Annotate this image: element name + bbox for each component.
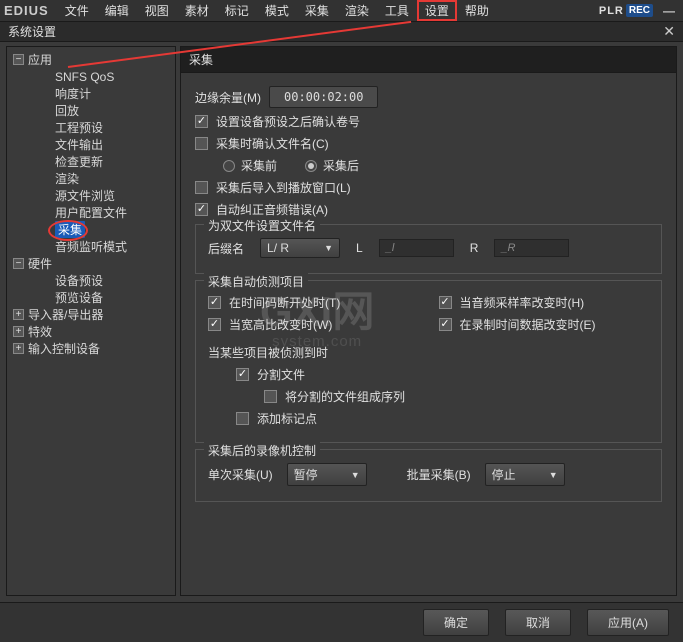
auto-audio-checkbox[interactable] — [195, 203, 208, 216]
tree-item-loudness[interactable]: 响度计 — [7, 85, 175, 102]
tree-collapse-icon[interactable]: − — [13, 54, 24, 65]
r-suffix-input[interactable]: _R — [494, 239, 569, 257]
before-capture-radio[interactable] — [223, 160, 235, 172]
tree-item-check-update[interactable]: 检查更新 — [7, 153, 175, 170]
vcr-control-fieldset: 采集后的录像机控制 单次采集(U) 暂停▼ 批量采集(B) 停止▼ — [195, 449, 662, 502]
tree-group-hardware[interactable]: − 硬件 — [7, 255, 175, 272]
apply-button[interactable]: 应用(A) — [587, 609, 669, 636]
app-logo: EDIUS — [4, 3, 49, 18]
after-capture-radio[interactable] — [305, 160, 317, 172]
tree-expand-icon[interactable]: + — [13, 343, 24, 354]
l-suffix-input[interactable]: _l — [379, 239, 454, 257]
tree-expand-icon[interactable]: + — [13, 309, 24, 320]
single-capture-combo[interactable]: 暂停▼ — [287, 463, 367, 486]
dual-file-legend: 为双文件设置文件名 — [204, 217, 320, 234]
import-playback-label: 采集后导入到播放窗口(L) — [216, 179, 351, 196]
tree-group-importer[interactable]: + 导入器/导出器 — [7, 306, 175, 323]
margin-timecode[interactable]: 00:00:02:00 — [269, 86, 378, 108]
dialog-footer: 确定 取消 应用(A) — [0, 602, 683, 642]
menu-edit[interactable]: 编辑 — [97, 0, 137, 21]
tree-item-device-preset[interactable]: 设备预设 — [7, 272, 175, 289]
settings-tree: − 应用 SNFS QoS 响度计 回放 工程预设 文件输出 检查更新 渲染 源… — [6, 46, 176, 596]
confirm-filename-label: 采集时确认文件名(C) — [216, 135, 329, 152]
r-suffix-label: R — [470, 241, 479, 255]
batch-capture-label: 批量采集(B) — [407, 466, 471, 483]
tree-item-source-browse[interactable]: 源文件浏览 — [7, 187, 175, 204]
tree-group-input-control[interactable]: + 输入控制设备 — [7, 340, 175, 357]
make-sequence-checkbox[interactable] — [264, 390, 277, 403]
auto-detect-legend: 采集自动侦测项目 — [204, 273, 308, 290]
batch-capture-combo[interactable]: 停止▼ — [485, 463, 565, 486]
menu-settings[interactable]: 设置 — [417, 0, 457, 21]
dialog-title: 系统设置 — [8, 23, 663, 40]
rec-data-label: 在录制时间数据改变时(E) — [460, 316, 596, 333]
menu-file[interactable]: 文件 — [57, 0, 97, 21]
tc-break-checkbox[interactable] — [208, 296, 221, 309]
confirm-filename-checkbox[interactable] — [195, 137, 208, 150]
suffix-combo[interactable]: L/ R▼ — [260, 238, 340, 258]
add-marker-checkbox[interactable] — [236, 412, 249, 425]
tree-item-preview-device[interactable]: 预览设备 — [7, 289, 175, 306]
aspect-label: 当宽高比改变时(W) — [229, 316, 332, 333]
dual-file-fieldset: 为双文件设置文件名 后缀名 L/ R▼ L _l R _R — [195, 224, 662, 274]
menu-view[interactable]: 视图 — [137, 0, 177, 21]
cancel-button[interactable]: 取消 — [505, 609, 571, 636]
tree-item-file-output[interactable]: 文件输出 — [7, 136, 175, 153]
vcr-control-legend: 采集后的录像机控制 — [204, 442, 320, 459]
menu-tools[interactable]: 工具 — [377, 0, 417, 21]
tree-item-render[interactable]: 渲染 — [7, 170, 175, 187]
audio-rate-checkbox[interactable] — [439, 296, 452, 309]
margin-label: 边缘余量(M) — [195, 89, 261, 106]
confirm-reel-label: 设置设备预设之后确认卷号 — [216, 113, 360, 130]
tree-item-user-profile[interactable]: 用户配置文件 — [7, 204, 175, 221]
suffix-label: 后缀名 — [208, 240, 244, 257]
tree-item-snfs[interactable]: SNFS QoS — [7, 68, 175, 85]
tree-item-playback[interactable]: 回放 — [7, 102, 175, 119]
dialog-titlebar: 系统设置 ✕ — [0, 22, 683, 42]
plr-indicator: PLR — [599, 5, 624, 17]
when-detected-label: 当某些项目被侦测到时 — [208, 344, 328, 361]
menu-render[interactable]: 渲染 — [337, 0, 377, 21]
menu-capture[interactable]: 采集 — [297, 0, 337, 21]
l-suffix-label: L — [356, 241, 363, 255]
menu-clip[interactable]: 素材 — [177, 0, 217, 21]
add-marker-label: 添加标记点 — [257, 410, 317, 427]
tc-break-label: 在时间码断开处时(T) — [229, 294, 340, 311]
import-playback-checkbox[interactable] — [195, 181, 208, 194]
auto-audio-label: 自动纠正音频错误(A) — [216, 201, 328, 218]
menu-mode[interactable]: 模式 — [257, 0, 297, 21]
tree-item-project-preset[interactable]: 工程预设 — [7, 119, 175, 136]
settings-panel: 采集 边缘余量(M) 00:00:02:00 设置设备预设之后确认卷号 采集时确… — [180, 46, 677, 596]
split-file-checkbox[interactable] — [236, 368, 249, 381]
split-file-label: 分割文件 — [257, 366, 305, 383]
audio-rate-label: 当音频采样率改变时(H) — [460, 294, 585, 311]
chevron-down-icon: ▼ — [324, 243, 333, 253]
chevron-down-icon: ▼ — [351, 470, 360, 480]
tree-item-audio-monitor[interactable]: 音频监听模式 — [7, 238, 175, 255]
auto-detect-fieldset: 采集自动侦测项目 在时间码断开处时(T) 当宽高比改变时(W) — [195, 280, 662, 443]
tree-expand-icon[interactable]: + — [13, 326, 24, 337]
ok-button[interactable]: 确定 — [423, 609, 489, 636]
aspect-checkbox[interactable] — [208, 318, 221, 331]
single-capture-label: 单次采集(U) — [208, 466, 273, 483]
before-capture-label: 采集前 — [241, 157, 277, 174]
menubar: EDIUS 文件 编辑 视图 素材 标记 模式 采集 渲染 工具 设置 帮助 P… — [0, 0, 683, 22]
make-sequence-label: 将分割的文件组成序列 — [285, 388, 405, 405]
menu-help[interactable]: 帮助 — [457, 0, 497, 21]
tree-item-capture[interactable]: 采集 — [7, 221, 175, 238]
tree-group-app[interactable]: − 应用 — [7, 51, 175, 68]
rec-data-checkbox[interactable] — [439, 318, 452, 331]
panel-title: 采集 — [180, 46, 677, 73]
menu-marker[interactable]: 标记 — [217, 0, 257, 21]
tree-group-effects[interactable]: + 特效 — [7, 323, 175, 340]
after-capture-label: 采集后 — [323, 157, 359, 174]
tree-collapse-icon[interactable]: − — [13, 258, 24, 269]
chevron-down-icon: ▼ — [549, 470, 558, 480]
rec-indicator: REC — [626, 4, 653, 17]
close-icon[interactable]: ✕ — [663, 23, 675, 40]
minimize-button[interactable]: — — [659, 4, 679, 18]
confirm-reel-checkbox[interactable] — [195, 115, 208, 128]
